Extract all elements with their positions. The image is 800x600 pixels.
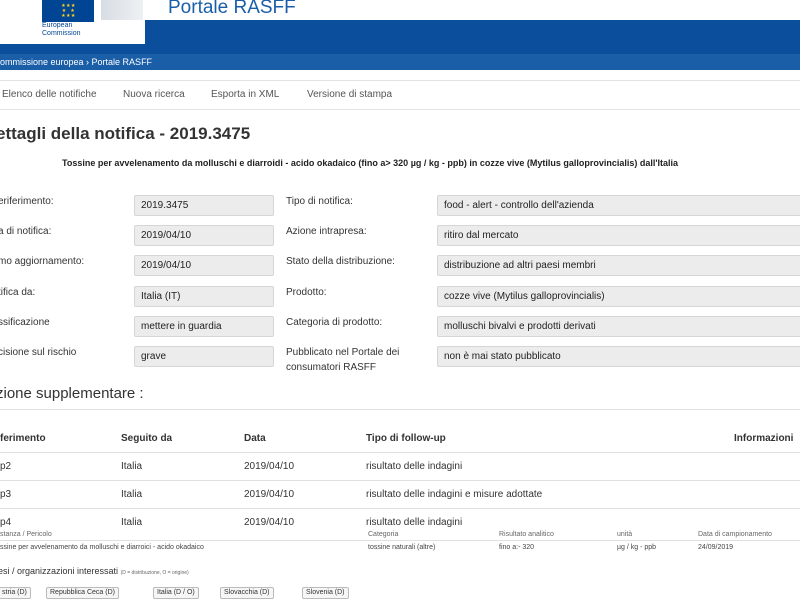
row-date: 2019/04/10 [244, 489, 295, 500]
nav-print-version[interactable]: Versione di stampa [307, 89, 392, 100]
countries-legend: (D = distribuzione, O = origine) [120, 570, 189, 576]
table-row[interactable]: p3 Italia 2019/04/10 risultato delle ind… [0, 480, 800, 508]
header-decoration [101, 0, 143, 20]
nav-new-search[interactable]: Nuova ricerca [123, 89, 185, 100]
header-blue-band [0, 20, 800, 54]
notification-nav: Elenco delle notifiche Nuova ricerca Esp… [0, 80, 800, 110]
field-label-last-update: mo aggiornamento: [0, 256, 85, 267]
field-value-notification-date: 2019/04/10 [134, 225, 274, 246]
nav-notification-list[interactable]: Elenco delle notifiche [2, 89, 97, 100]
countries-title-text: esi / organizzazioni interessati [0, 566, 119, 576]
row-date: 2019/04/10 [244, 517, 295, 528]
field-value-risk-decision: grave [134, 346, 274, 367]
field-value-reference: 2019.3475 [134, 195, 274, 216]
nav-export-xml[interactable]: Esporta in XML [211, 89, 279, 100]
country-tag[interactable]: stria (D) [0, 587, 31, 599]
country-tag[interactable]: Repubblica Ceca (D) [46, 587, 119, 599]
row-reference[interactable]: p4 [0, 517, 11, 528]
countries-title: esi / organizzazioni interessati (D = di… [0, 566, 189, 576]
hazard-col-substance: stanza / Pericolo [0, 531, 52, 538]
breadcrumb-text[interactable]: ommissione europea › Portale RASFF [0, 57, 152, 67]
field-label-reference: eriferimento: [0, 196, 54, 207]
field-label-notification-type: Tipo di notifica: [286, 196, 353, 207]
row-followed-by: Italia [121, 517, 143, 528]
field-value-consumer-portal: non è mai stato pubblicato [437, 346, 800, 367]
logo-text-line2: Commission [42, 30, 81, 37]
table-row[interactable]: p2 Italia 2019/04/10 risultato delle ind… [0, 452, 800, 480]
col-header-reference: ferimento [0, 433, 46, 444]
field-value-product-category: molluschi bivalvi e prodotti derivati [437, 316, 800, 337]
row-followup-type: risultato delle indagini [366, 461, 463, 472]
field-value-classification: mettere in guardia [134, 316, 274, 337]
hazard-col-sampling-date: Data di campionamento [698, 531, 772, 538]
row-reference[interactable]: p3 [0, 489, 11, 500]
eu-flag-icon: ★ ★ ★ ★ ★ ★ ★ ★ [42, 0, 94, 22]
col-header-info: Informazioni [734, 433, 794, 444]
field-label-consumer-portal-line2: consumatori RASFF [286, 362, 377, 373]
field-label-action-taken: Azione intrapresa: [286, 226, 367, 237]
table-row[interactable]: p4 Italia 2019/04/10 risultato delle ind… [0, 508, 800, 532]
row-followup-type: risultato delle indagini [366, 517, 463, 528]
field-value-action-taken: ritiro dal mercato [437, 225, 800, 246]
col-header-followed-by: Seguito da [121, 433, 173, 444]
field-label-product: Prodotto: [286, 287, 327, 298]
hazard-substance: ssine per avvelenamento da molluschi e d… [0, 544, 204, 551]
field-label-classification: ssificazione [0, 317, 50, 328]
field-value-notification-type: food - alert - controllo dell'azienda [437, 195, 800, 216]
hazard-unit: µg / kg - ppb [617, 544, 657, 551]
hazard-sampling-date: 24/09/2019 [698, 544, 734, 551]
country-tag[interactable]: Slovacchia (D) [220, 587, 274, 599]
field-label-distribution-status: Stato della distribuzione: [286, 256, 395, 267]
site-header: ★ ★ ★ ★ ★ ★ ★ ★ European Commission Portal… [0, 0, 800, 54]
row-followed-by: Italia [121, 489, 143, 500]
hazard-category: tossine naturali (altre) [368, 544, 436, 551]
field-value-last-update: 2019/04/10 [134, 255, 274, 276]
hazard-result: fino a:- 320 [499, 544, 535, 551]
page-title: ettagli della notifica - 2019.3475 [0, 124, 251, 143]
supplementary-info-title: zione supplementare : [0, 385, 144, 402]
row-date: 2019/04/10 [244, 461, 295, 472]
row-followed-by: Italia [121, 461, 143, 472]
logo-text-line1: European [42, 22, 73, 29]
col-header-followup-type: Tipo di follow-up [366, 433, 446, 444]
row-followup-type: risultato delle indagini e misure adotta… [366, 489, 543, 500]
country-tag[interactable]: Slovenia (D) [302, 587, 349, 599]
field-value-product: cozze vive (Mytilus galloprovincialis) [437, 286, 800, 307]
country-tag[interactable]: Italia (D / O) [153, 587, 199, 599]
field-label-product-category: Categoria di prodotto: [286, 317, 383, 328]
european-commission-logo[interactable]: ★ ★ ★ ★ ★ ★ ★ ★ European Commission [38, 0, 98, 42]
field-label-notification-date: a di notifica: [0, 226, 52, 237]
notification-subject: Tossine per avvelenamento da molluschi e… [62, 158, 679, 168]
divider [0, 409, 800, 410]
breadcrumb: ommissione europea › Portale RASFF [0, 54, 800, 70]
field-value-distribution-status: distribuzione ad altri paesi membri [437, 255, 800, 276]
row-reference[interactable]: p2 [0, 461, 11, 472]
field-label-consumer-portal: Pubblicato nel Portale dei [286, 347, 400, 358]
hazard-col-category: Categoria [368, 531, 399, 538]
portal-title[interactable]: Portale RASFF [168, 0, 296, 19]
field-value-notified-by: Italia (IT) [134, 286, 274, 307]
col-header-date: Data [244, 433, 266, 444]
field-label-notified-by: tifica da: [0, 287, 36, 298]
hazard-col-result: Risultato analitico [499, 531, 554, 538]
hazard-col-unit: unità [617, 531, 633, 538]
field-label-risk-decision: cisione sul rischio [0, 347, 77, 358]
